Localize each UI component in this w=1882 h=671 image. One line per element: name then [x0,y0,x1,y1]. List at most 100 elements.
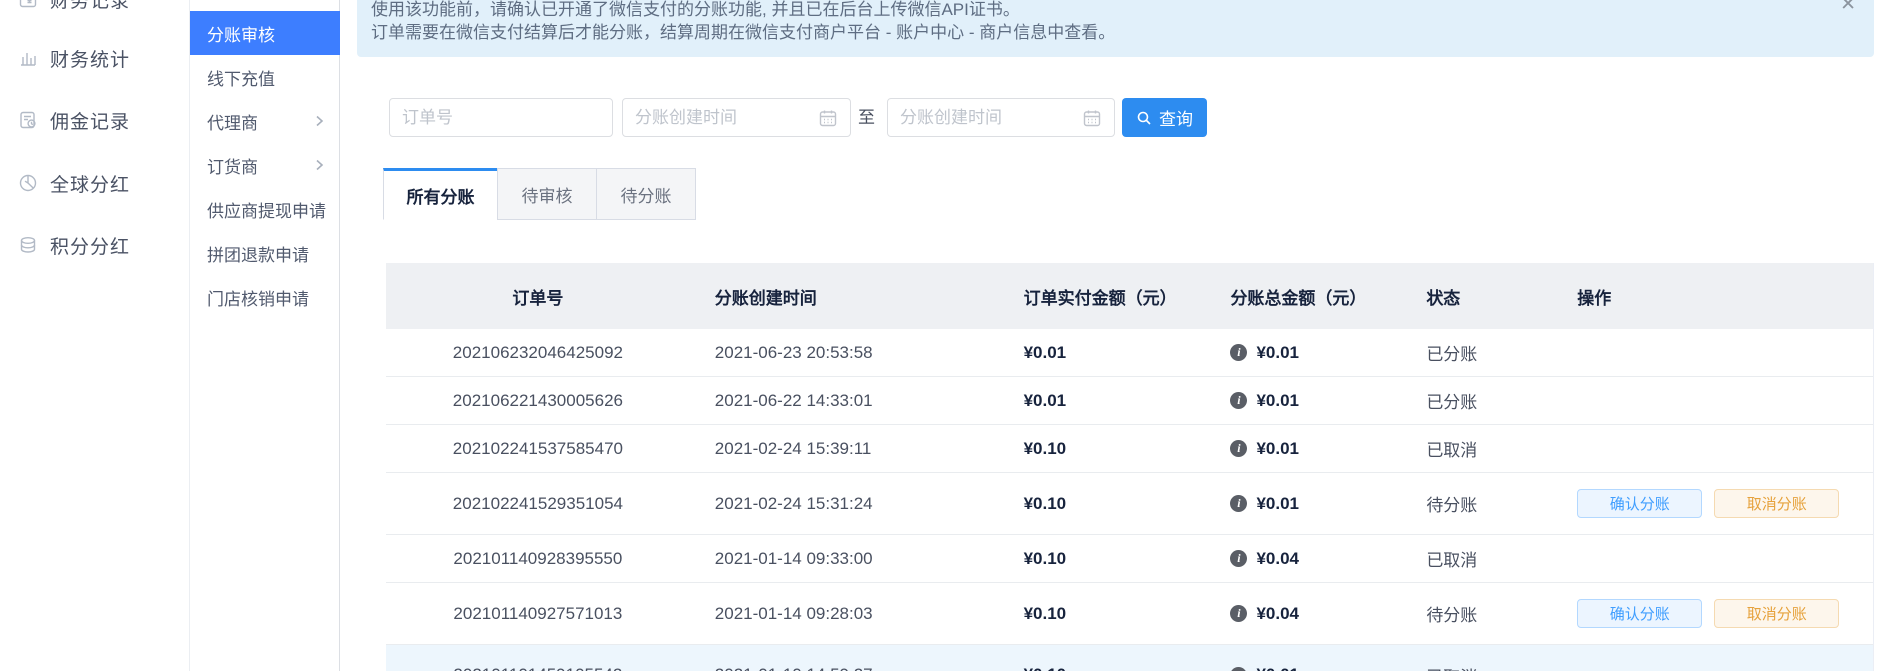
cell-paid-amount: ¥0.01 [1000,377,1210,424]
info-icon[interactable]: i [1230,667,1247,671]
submenu-item-supplier-withdraw[interactable]: 供应商提现申请 [190,187,340,231]
share-total-value: ¥0.04 [1256,604,1299,624]
cell-status: 待分账 [1404,473,1554,534]
sidebar-item-finance-record[interactable]: 财务记录 [0,0,190,12]
table-row: 202101140928395550 2021-01-14 09:33:00 ¥… [386,535,1873,583]
tab-label: 待分账 [621,182,672,207]
sidebar-item-global-dividend[interactable]: 全球分红 [0,170,190,196]
submenu-item-store-verify[interactable]: 门店核销申请 [190,275,340,319]
order-no-input[interactable] [389,98,613,137]
col-paid-amount: 订单实付金额（元） [1000,263,1210,329]
cell-paid-amount: ¥0.10 [1000,473,1210,534]
cell-created-at: 2021-01-10 14:59:27 [690,645,1000,671]
share-total-value: ¥0.01 [1256,439,1299,459]
cell-order-no: 202102241529351054 [386,473,690,534]
calendar-icon[interactable] [818,108,838,128]
table-row: 202101140927571013 2021-01-14 09:28:03 ¥… [386,583,1873,645]
info-icon[interactable]: i [1230,344,1247,361]
calendar-icon[interactable] [1082,108,1102,128]
cell-created-at: 2021-01-14 09:33:00 [690,535,1000,582]
info-icon[interactable]: i [1230,392,1247,409]
col-created-at: 分账创建时间 [690,263,1000,329]
cancel-split-button[interactable]: 取消分账 [1714,489,1839,518]
notice-line-1: 使用该功能前，请确认已开通了微信支付的分账功能, 并且已在后台上传微信API证书… [371,0,1834,21]
submenu-item-label: 门店核销申请 [207,285,309,310]
date-range-to-label: 至 [858,98,875,137]
finance-record-icon [17,0,39,10]
info-icon[interactable]: i [1230,440,1247,457]
confirm-split-button[interactable]: 确认分账 [1577,489,1702,518]
col-status: 状态 [1404,263,1554,329]
cell-paid-amount: ¥0.10 [1000,583,1210,644]
cell-share-total: i ¥0.01 [1209,425,1404,472]
sidebar-item-points-dividend[interactable]: 积分分红 [0,232,190,258]
submenu-item-label: 订货商 [207,153,258,178]
cell-paid-amount: ¥0.10 [1000,535,1210,582]
cell-share-total: i ¥0.01 [1209,329,1404,376]
cell-share-total: i ¥0.04 [1209,583,1404,644]
search-button[interactable]: 查询 [1122,98,1207,137]
cell-share-total: i ¥0.04 [1209,535,1404,582]
split-tabs: 所有分账 待审核 待分账 [383,168,696,220]
sidebar-item-label: 财务统计 [50,45,130,72]
cell-order-no: 202101101459105542 [386,645,690,671]
cell-status: 已分账 [1404,329,1554,376]
info-icon[interactable]: i [1230,550,1247,567]
cell-created-at: 2021-02-24 15:31:24 [690,473,1000,534]
share-total-value: ¥0.04 [1256,549,1299,569]
split-start-date-input[interactable] [622,98,851,137]
split-end-date-input[interactable] [887,98,1115,137]
cell-created-at: 2021-06-22 14:33:01 [690,377,1000,424]
cell-created-at: 2021-01-14 09:28:03 [690,583,1000,644]
split-orders-table: 订单号 分账创建时间 订单实付金额（元） 分账总金额（元） 状态 操作 2021… [386,263,1874,671]
share-total-value: ¥0.01 [1256,343,1299,363]
cell-share-total: i ¥0.01 [1209,377,1404,424]
tab-all-splits[interactable]: 所有分账 [383,168,498,220]
tab-label: 所有分账 [407,183,475,208]
table-row: 202101101459105542 2021-01-10 14:59:27 ¥… [386,645,1873,671]
submenu-item-label: 拼团退款申请 [207,241,309,266]
sidebar-item-finance-stats[interactable]: 财务统计 [0,45,190,71]
notice-line-2: 订单需要在微信支付结算后才能分账，结算周期在微信支付商户平台 - 账户中心 - … [371,21,1834,44]
tab-pending-split[interactable]: 待分账 [596,168,696,220]
finance-stats-icon [17,47,39,69]
cell-actions: 确认分账 取消分账 [1554,473,1873,534]
cell-actions [1554,329,1873,376]
col-order-no: 订单号 [386,263,690,329]
sidebar-item-label: 积分分红 [50,232,130,259]
cell-actions [1554,377,1873,424]
search-icon [1136,110,1152,126]
submenu-item-label: 线下充值 [207,65,275,90]
cell-order-no: 202102241537585470 [386,425,690,472]
global-dividend-icon [17,172,39,194]
cell-paid-amount: ¥0.10 [1000,645,1210,671]
share-total-value: ¥0.01 [1256,494,1299,514]
cell-paid-amount: ¥0.01 [1000,329,1210,376]
submenu-item-label: 分账审核 [207,21,275,46]
tab-pending-audit[interactable]: 待审核 [497,168,597,220]
cell-status: 已取消 [1404,535,1554,582]
confirm-split-button[interactable]: 确认分账 [1577,599,1702,628]
cell-status: 已分账 [1404,377,1554,424]
share-total-value: ¥0.01 [1256,391,1299,411]
cell-status: 待分账 [1404,583,1554,644]
submenu-item-split-audit[interactable]: 分账审核 [190,11,340,55]
cancel-split-button[interactable]: 取消分账 [1714,599,1839,628]
cell-share-total: i ¥0.01 [1209,645,1404,671]
tab-label: 待审核 [522,182,573,207]
cell-share-total: i ¥0.01 [1209,473,1404,534]
info-icon[interactable]: i [1230,495,1247,512]
submenu-item-offline-recharge[interactable]: 线下充值 [190,55,340,99]
cell-actions [1554,535,1873,582]
cell-actions: 确认分账 取消分账 [1554,583,1873,644]
chevron-right-icon [312,158,326,172]
wechat-split-notice: 使用该功能前，请确认已开通了微信支付的分账功能, 并且已在后台上传微信API证书… [357,0,1874,57]
cell-created-at: 2021-06-23 20:53:58 [690,329,1000,376]
submenu-item-group-refund[interactable]: 拼团退款申请 [190,231,340,275]
submenu-item-wholesaler[interactable]: 订货商 [190,143,340,187]
cell-paid-amount: ¥0.10 [1000,425,1210,472]
cell-created-at: 2021-02-24 15:39:11 [690,425,1000,472]
cell-order-no: 202101140928395550 [386,535,690,582]
close-icon[interactable]: ✕ [1840,0,1856,14]
info-icon[interactable]: i [1230,605,1247,622]
